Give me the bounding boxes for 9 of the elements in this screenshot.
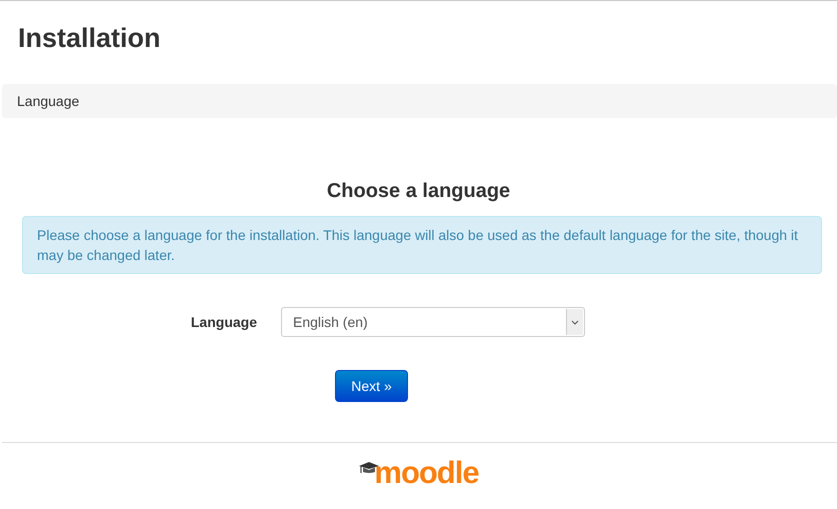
moodle-logo: moodle	[358, 457, 479, 489]
info-message: Please choose a language for the installation. This language will also be used as the default language for the site, though it may be changed later.	[22, 216, 822, 274]
language-dropdown[interactable]: English (en)	[281, 307, 585, 337]
breadcrumb-item: Language	[17, 93, 80, 109]
page-title: Installation	[17, 22, 162, 55]
next-button[interactable]: Next »	[335, 370, 408, 402]
field-label: Language	[190, 314, 258, 330]
section-heading: Choose a language	[326, 179, 512, 203]
chevron-down-icon	[571, 320, 579, 324]
